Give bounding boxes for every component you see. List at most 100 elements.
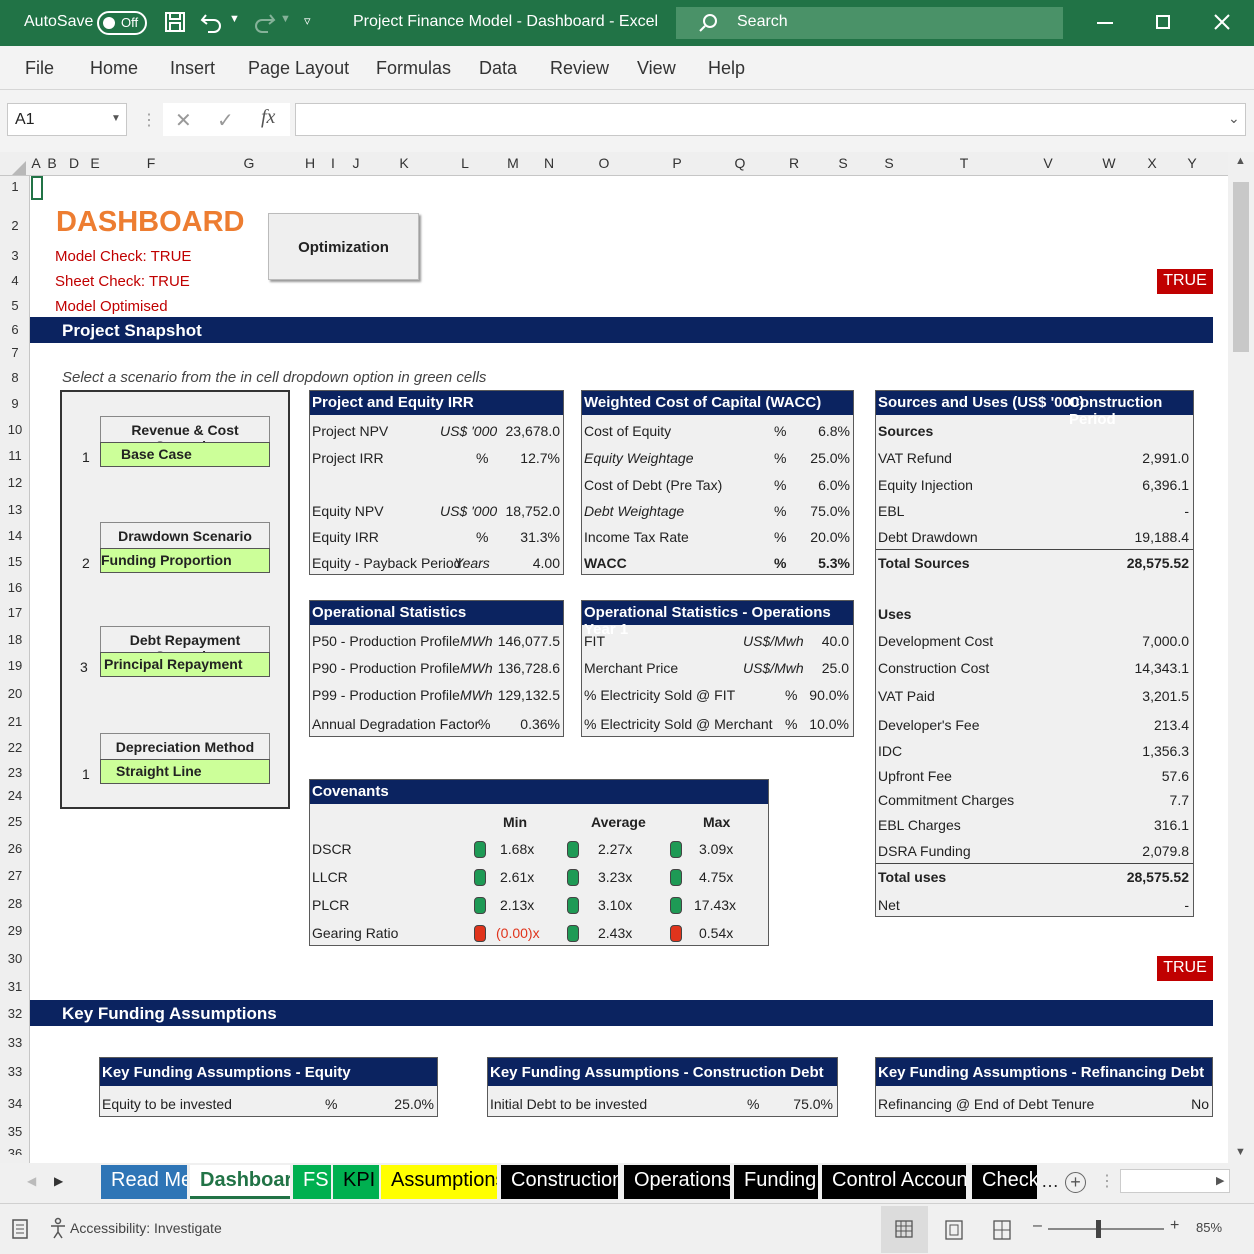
row-header[interactable]: 8 bbox=[0, 370, 30, 385]
row-header[interactable]: 11 bbox=[0, 448, 30, 463]
customize-qat-icon[interactable]: ▿ bbox=[304, 13, 311, 29]
sheet-tab-funding[interactable]: Funding bbox=[734, 1165, 818, 1199]
column-header[interactable]: H bbox=[305, 155, 315, 171]
column-header[interactable]: Q bbox=[735, 155, 746, 171]
scroll-right-icon[interactable]: ▶ bbox=[1216, 1174, 1224, 1187]
formula-input[interactable]: ⌄ bbox=[295, 103, 1246, 136]
row-header[interactable]: 33 bbox=[0, 1035, 30, 1050]
undo-icon[interactable] bbox=[200, 11, 224, 33]
accessibility-icon[interactable] bbox=[48, 1217, 68, 1239]
column-header[interactable]: E bbox=[90, 155, 99, 171]
menu-home[interactable]: Home bbox=[90, 58, 138, 79]
column-header[interactable]: N bbox=[544, 155, 554, 171]
sheet-tab-construction[interactable]: Construction bbox=[501, 1165, 618, 1199]
zoom-slider[interactable] bbox=[1048, 1220, 1164, 1238]
sheet-tab-kpi[interactable]: KPI bbox=[333, 1165, 379, 1199]
row-header[interactable]: 4 bbox=[0, 273, 30, 288]
sheet-tab-assumptions[interactable]: Assumptions bbox=[381, 1165, 497, 1199]
sheet-tab-dashboard[interactable]: Dashboard bbox=[190, 1165, 290, 1199]
sheet-tab-operations[interactable]: Operations bbox=[624, 1165, 730, 1199]
sheet-tab-check[interactable]: Check bbox=[972, 1165, 1037, 1199]
column-header[interactable]: Y bbox=[1187, 155, 1196, 171]
row-header[interactable]: 21 bbox=[0, 714, 30, 729]
autosave-toggle[interactable]: Off bbox=[97, 11, 147, 35]
menu-help[interactable]: Help bbox=[708, 58, 745, 79]
column-header[interactable]: O bbox=[599, 155, 610, 171]
row-header[interactable]: 22 bbox=[0, 740, 30, 755]
column-header[interactable]: D bbox=[69, 155, 79, 171]
menu-page-layout[interactable]: Page Layout bbox=[248, 58, 349, 79]
sheet-tab-control-accounts[interactable]: Control Accounts bbox=[822, 1165, 966, 1199]
row-header[interactable]: 20 bbox=[0, 686, 30, 701]
maximize-icon[interactable] bbox=[1156, 15, 1170, 29]
menu-insert[interactable]: Insert bbox=[170, 58, 215, 79]
row-header[interactable]: 25 bbox=[0, 814, 30, 829]
row-header[interactable]: 2 bbox=[0, 218, 30, 233]
column-header[interactable]: R bbox=[789, 155, 799, 171]
redo-dropdown-icon[interactable]: ▼ bbox=[280, 13, 291, 25]
row-header[interactable]: 27 bbox=[0, 868, 30, 883]
column-header[interactable]: X bbox=[1147, 155, 1156, 171]
expand-formula-icon[interactable]: ⌄ bbox=[1228, 110, 1240, 127]
row-header[interactable]: 31 bbox=[0, 979, 30, 994]
undo-dropdown-icon[interactable]: ▼ bbox=[229, 13, 240, 25]
menu-review[interactable]: Review bbox=[550, 58, 609, 79]
row-header[interactable]: 30 bbox=[0, 951, 30, 966]
column-header[interactable]: S bbox=[884, 155, 893, 171]
column-header[interactable]: A bbox=[31, 155, 40, 171]
column-header[interactable]: W bbox=[1102, 155, 1115, 171]
zoom-slider-thumb[interactable] bbox=[1096, 1220, 1101, 1238]
column-header[interactable]: J bbox=[353, 155, 360, 171]
name-box-dropdown-icon[interactable]: ▼ bbox=[111, 113, 121, 124]
previous-sheet-icon[interactable]: ◀ bbox=[27, 1174, 36, 1188]
page-layout-view-icon[interactable] bbox=[945, 1220, 963, 1240]
row-header[interactable]: 18 bbox=[0, 632, 30, 647]
row-header[interactable]: 29 bbox=[0, 923, 30, 938]
row-header[interactable]: 3 bbox=[0, 248, 30, 263]
row-header[interactable]: 17 bbox=[0, 605, 30, 620]
enter-icon[interactable]: ✓ bbox=[217, 108, 234, 133]
select-all-icon[interactable] bbox=[12, 161, 26, 175]
row-header[interactable]: 33 bbox=[0, 1064, 30, 1079]
row-header[interactable]: 28 bbox=[0, 896, 30, 911]
menu-formulas[interactable]: Formulas bbox=[376, 58, 451, 79]
column-header[interactable]: M bbox=[507, 155, 519, 171]
row-header[interactable]: 6 bbox=[0, 322, 30, 337]
optimization-button[interactable]: Optimization bbox=[268, 213, 419, 280]
row-header[interactable]: 7 bbox=[0, 345, 30, 360]
row-header[interactable]: 1 bbox=[0, 179, 30, 194]
column-header[interactable]: G bbox=[244, 155, 255, 171]
redo-icon[interactable] bbox=[252, 11, 276, 33]
add-sheet-icon[interactable]: + bbox=[1065, 1172, 1086, 1193]
row-header[interactable]: 36 bbox=[0, 1146, 30, 1155]
scroll-down-icon[interactable]: ▼ bbox=[1235, 1146, 1246, 1158]
minimize-icon[interactable] bbox=[1097, 22, 1113, 24]
normal-view-button[interactable] bbox=[881, 1206, 928, 1253]
column-header[interactable]: F bbox=[147, 155, 156, 171]
close-icon[interactable] bbox=[1214, 14, 1230, 30]
next-sheet-icon[interactable]: ▶ bbox=[54, 1174, 63, 1188]
row-header[interactable]: 15 bbox=[0, 554, 30, 569]
scroll-up-icon[interactable]: ▲ bbox=[1235, 155, 1246, 167]
row-header[interactable]: 12 bbox=[0, 475, 30, 490]
row-header[interactable]: 13 bbox=[0, 502, 30, 517]
scroll-thumb[interactable] bbox=[1233, 182, 1249, 352]
more-options-icon[interactable]: ⋮ bbox=[141, 110, 157, 130]
column-header[interactable]: T bbox=[960, 155, 969, 171]
row-header[interactable]: 34 bbox=[0, 1096, 30, 1111]
save-icon[interactable] bbox=[164, 11, 186, 33]
menu-file[interactable]: File bbox=[25, 58, 54, 79]
row-header[interactable]: 32 bbox=[0, 1006, 30, 1021]
row-header[interactable]: 24 bbox=[0, 788, 30, 803]
cancel-icon[interactable]: ✕ bbox=[175, 108, 192, 133]
debt-repayment-scenario-dropdown[interactable]: Principal Repayment bbox=[100, 652, 270, 677]
more-sheets-icon[interactable]: … bbox=[1041, 1171, 1059, 1192]
menu-view[interactable]: View bbox=[637, 58, 676, 79]
column-header[interactable]: V bbox=[1043, 155, 1052, 171]
column-header[interactable]: L bbox=[461, 155, 469, 171]
vertical-scrollbar[interactable]: ▲ ▼ bbox=[1228, 152, 1254, 1163]
row-header[interactable]: 14 bbox=[0, 528, 30, 543]
zoom-out-icon[interactable]: – bbox=[1033, 1217, 1042, 1235]
macro-icon[interactable] bbox=[12, 1219, 28, 1239]
column-header[interactable]: P bbox=[672, 155, 681, 171]
